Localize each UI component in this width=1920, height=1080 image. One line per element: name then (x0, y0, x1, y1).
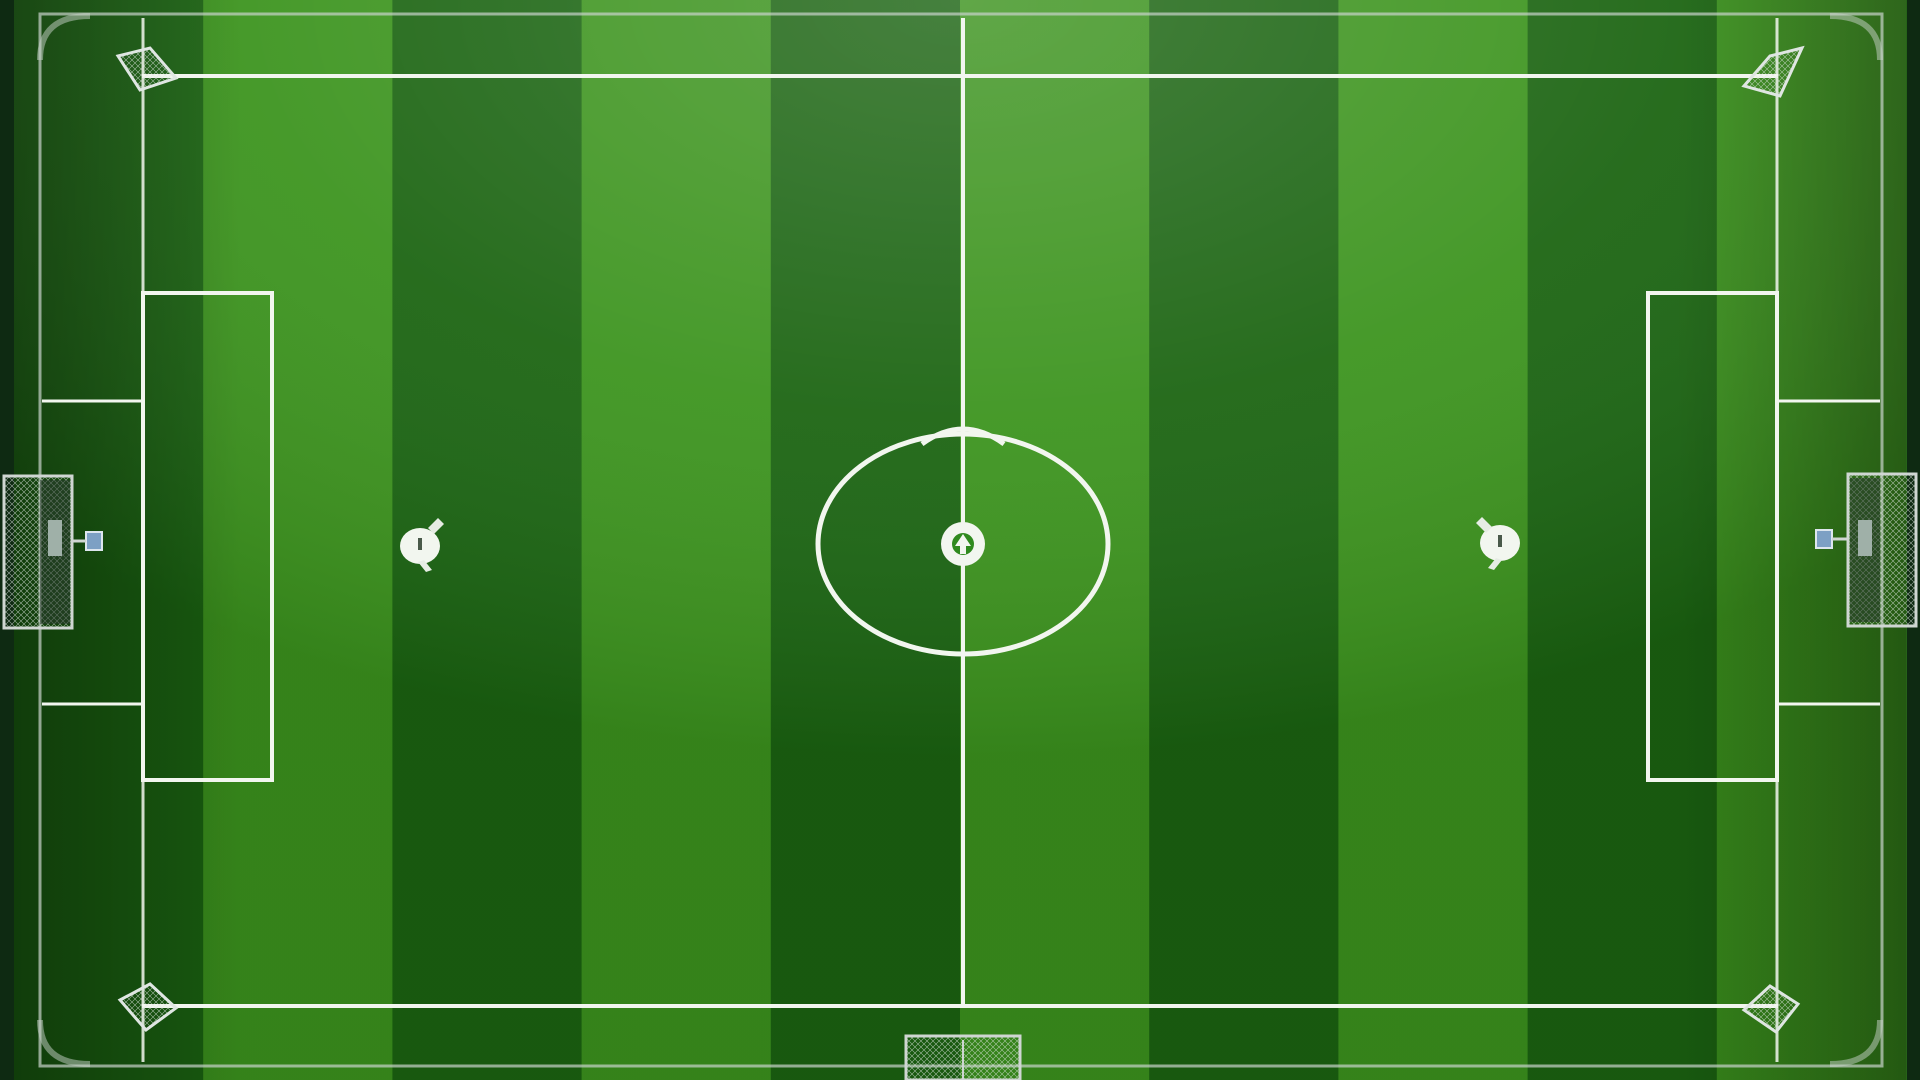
center-spot (941, 522, 985, 566)
bottom-goal (904, 1034, 1022, 1080)
soccer-pitch (0, 0, 1920, 1080)
soccer-field-scene (0, 0, 1920, 1080)
